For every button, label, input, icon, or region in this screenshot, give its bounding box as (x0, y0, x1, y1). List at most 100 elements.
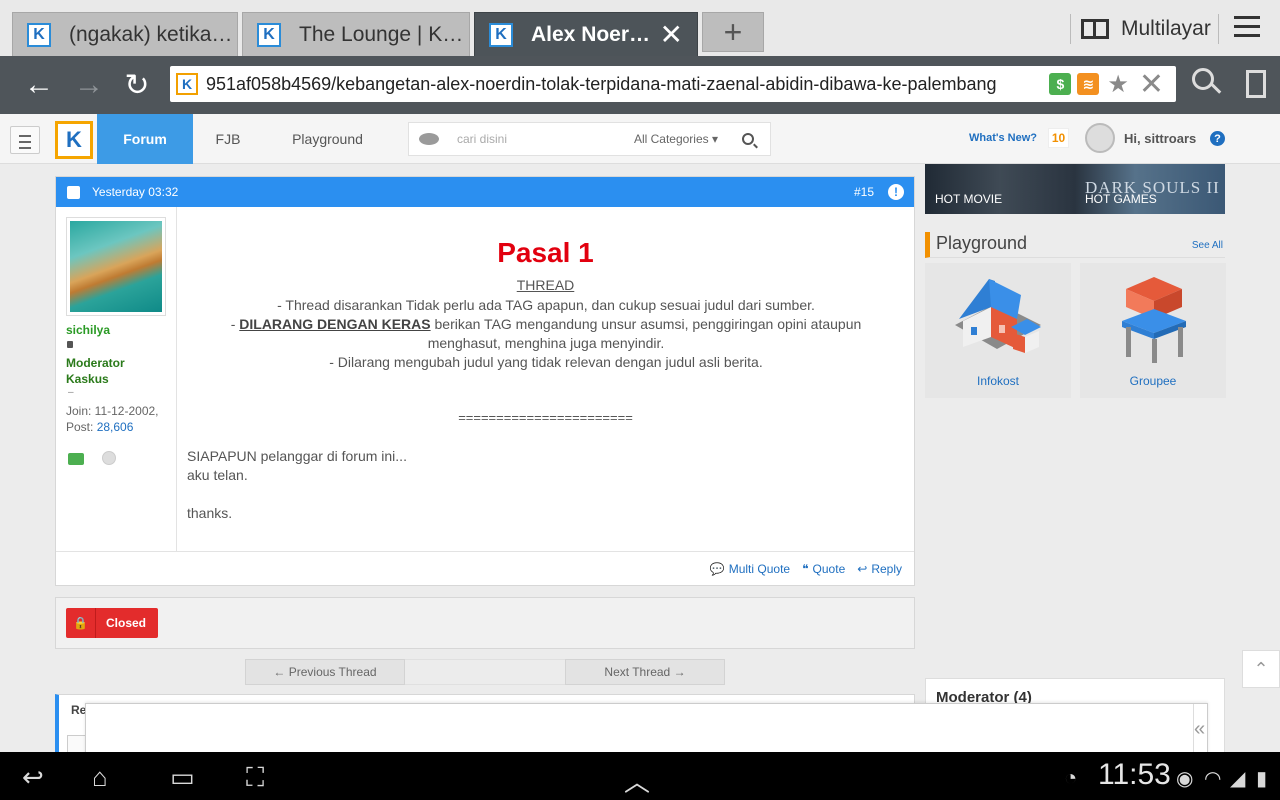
url-text[interactable]: 951af058b4569/kebangetan-alex-noerdin-to… (206, 74, 1043, 95)
multi-quote-button[interactable]: 💬 Multi Quote (710, 562, 790, 576)
quote-icon: ❝ (802, 561, 809, 576)
see-all-link[interactable]: See All (1192, 240, 1223, 251)
category-select[interactable]: All Categories ▾ (634, 132, 718, 146)
tab-title: (ngakak) ketika k... (69, 22, 237, 46)
tab-title: The Lounge | Kas... (299, 22, 469, 46)
multi-window-icon (1081, 19, 1109, 39)
notification-count[interactable]: 10 (1048, 128, 1069, 148)
chat-bubble-icon (419, 133, 439, 145)
post-actions: 💬 Multi Quote ❝ Quote ↩ Reply (56, 551, 914, 585)
bookmarks-icon[interactable] (1246, 70, 1266, 98)
rule-line: - Dilarang mengubah judul yang tidak rel… (329, 354, 763, 370)
poster-badges (68, 451, 117, 470)
lock-icon: 🔒 (66, 608, 96, 638)
wifi-icon: ◠ (1204, 768, 1222, 790)
user-avatar[interactable] (1085, 123, 1115, 153)
user-greeting[interactable]: Hi, sittroars (1124, 131, 1196, 146)
closed-button[interactable]: 🔒 Closed (66, 608, 158, 638)
previous-thread-button[interactable]: ← Previous Thread (245, 659, 405, 685)
browser-tab-active[interactable]: K Alex Noerdi... ✕ (474, 12, 698, 56)
post-rules: - Thread disarankan Tidak perlu ada TAG … (201, 296, 891, 372)
chat-icon: 💬 (709, 561, 725, 576)
playground-section-title: Playground See All (925, 232, 1225, 258)
message-icon[interactable] (102, 451, 117, 465)
thread-pager: ← Previous Thread Next Thread → (245, 659, 725, 685)
browser-menu-icon[interactable] (1234, 16, 1260, 43)
search-input[interactable]: cari disini (457, 132, 634, 146)
reply-icon: ↩ (857, 561, 868, 576)
nav-playground[interactable]: Playground (280, 114, 375, 164)
poster-tilde: – (68, 387, 74, 398)
whats-new-link[interactable]: What's New? (969, 132, 1037, 144)
post-number[interactable]: #15 (854, 185, 874, 199)
browser-tab-1[interactable]: K (ngakak) ketika k... (12, 12, 238, 56)
divider (1218, 14, 1219, 44)
select-post-checkbox[interactable] (67, 185, 80, 199)
multi-window-label: Multilayar (1121, 17, 1211, 40)
battery-icon: ▮ (1256, 768, 1268, 790)
post-date: Yesterday 03:32 (92, 185, 179, 199)
next-thread-button[interactable]: Next Thread → (565, 659, 725, 685)
kaskus-favicon-icon: K (489, 22, 513, 47)
hamburger-menu-icon[interactable] (10, 126, 40, 154)
reputation-icon[interactable] (68, 453, 84, 465)
reload-icon[interactable]: ↻ (118, 66, 156, 104)
nav-forum[interactable]: Forum (97, 114, 193, 164)
quote-button[interactable]: ❝ Quote (802, 562, 845, 576)
poster-role: Moderator Kaskus (66, 356, 125, 386)
poster-info: sichilya Moderator Kaskus – Join: 11-12-… (56, 207, 177, 551)
infokost-label[interactable]: Infokost (925, 374, 1071, 388)
chair-icon (1122, 277, 1186, 363)
multi-window-button[interactable]: Multilayar (1070, 14, 1211, 44)
rss-icon[interactable]: ≋ (1077, 73, 1100, 95)
kaskus-favicon-icon: K (257, 22, 281, 47)
new-tab-button[interactable]: + (702, 12, 764, 52)
post-count[interactable]: 28,606 (97, 420, 134, 434)
poster-avatar[interactable] (66, 217, 166, 316)
hot-games-link[interactable]: HOT GAMES (1085, 192, 1157, 206)
browser-tab-strip: K (ngakak) ketika k... K The Lounge | Ka… (0, 0, 1280, 56)
reply-button[interactable]: ↩ Reply (857, 562, 902, 576)
home-icon[interactable]: ⌂ (92, 762, 108, 793)
hot-movie-link[interactable]: HOT MOVIE (935, 192, 1002, 206)
poster-name[interactable]: sichilya (66, 323, 110, 337)
scroll-to-top-button[interactable]: ⌃ (1242, 650, 1280, 688)
post-message: SIAPAPUN pelanggar di forum ini... aku t… (187, 448, 407, 521)
forward-arrow-icon[interactable]: → (70, 66, 108, 104)
search-bar[interactable]: cari disini All Categories ▾ (408, 122, 771, 156)
clear-url-icon[interactable]: ✕ (1139, 67, 1164, 102)
up-chevron-icon[interactable]: ︿ (624, 762, 650, 799)
kaskus-favicon-icon: K (176, 73, 198, 95)
collapse-chevron-icon[interactable]: « (1194, 718, 1205, 741)
post-header: Yesterday 03:32 #15 ! (56, 177, 914, 207)
poster-stats: Join: 11-12-2002, Post: 28,606 (66, 403, 159, 435)
infokost-card[interactable]: Infokost (925, 263, 1071, 398)
join-date: Join: 11-12-2002, (66, 404, 159, 418)
house-icon (955, 279, 1041, 353)
hot-banner[interactable]: DARK SOULS II HOT MOVIE HOT GAMES (925, 164, 1225, 214)
recent-apps-icon[interactable]: ▭ (170, 762, 195, 793)
rule-line: - DILARANG DENGAN KERAS berikan TAG meng… (230, 316, 862, 351)
groupee-card[interactable]: Groupee (1080, 263, 1226, 398)
nav-fjb[interactable]: FJB (203, 114, 253, 164)
rule-line: - Thread disarankan Tidak perlu ada TAG … (277, 297, 815, 313)
evernote-extension-icon[interactable]: $ (1049, 73, 1072, 95)
tab-title: Alex Noerdi... (531, 22, 652, 46)
report-icon[interactable]: ! (888, 184, 904, 200)
screenshot-icon[interactable]: ⛶ (246, 762, 264, 794)
back-arrow-icon[interactable]: ← (20, 66, 58, 104)
back-icon[interactable]: ↩ (22, 762, 44, 793)
browser-tab-2[interactable]: K The Lounge | Kas... (242, 12, 470, 56)
search-icon[interactable] (742, 133, 754, 145)
browser-nav-bar: ← → ↻ K 951af058b4569/kebangetan-alex-no… (0, 56, 1280, 114)
bookmark-star-icon[interactable]: ★ (1107, 70, 1129, 99)
address-bar[interactable]: K 951af058b4569/kebangetan-alex-noerdin-… (170, 66, 1176, 102)
kaskus-logo[interactable]: K (55, 121, 93, 159)
help-icon[interactable]: ? (1210, 131, 1225, 146)
divider (1070, 14, 1071, 44)
groupee-label[interactable]: Groupee (1080, 374, 1226, 388)
post-heading: Pasal 1 (497, 237, 594, 268)
online-status-icon (67, 341, 73, 348)
close-tab-icon[interactable]: ✕ (660, 18, 683, 51)
search-icon[interactable] (1192, 68, 1224, 100)
